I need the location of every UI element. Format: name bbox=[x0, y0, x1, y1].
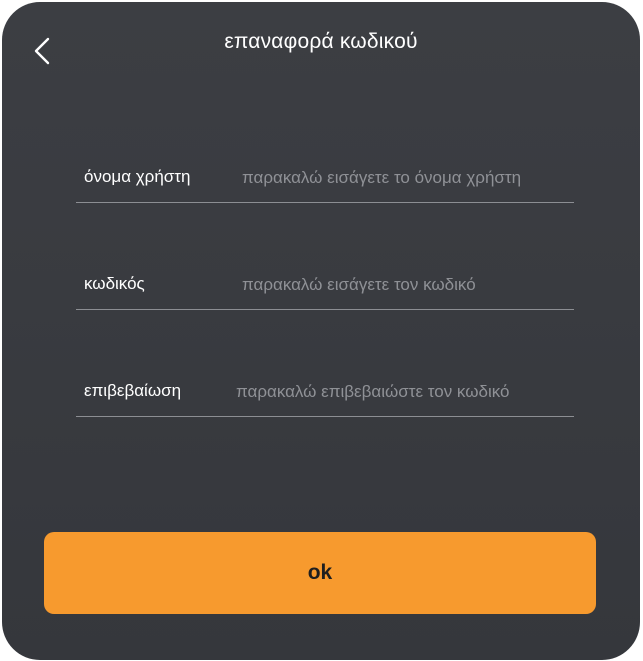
reset-password-screen: επαναφορά κωδικού όνομα χρήστη κωδικός ε… bbox=[2, 2, 640, 660]
confirm-password-input[interactable] bbox=[236, 375, 574, 409]
confirm-row: επιβεβαίωση bbox=[76, 371, 574, 417]
username-label: όνομα χρήστη bbox=[84, 167, 191, 186]
confirm-label: επιβεβαίωση bbox=[84, 381, 182, 400]
password-row: κωδικός bbox=[76, 264, 574, 310]
username-row: όνομα χρήστη bbox=[76, 157, 574, 203]
ok-button[interactable]: ok bbox=[44, 532, 596, 614]
password-label: κωδικός bbox=[84, 274, 145, 293]
username-input[interactable] bbox=[242, 161, 574, 195]
page-title: επαναφορά κωδικού bbox=[224, 30, 418, 53]
password-input[interactable] bbox=[242, 268, 574, 302]
